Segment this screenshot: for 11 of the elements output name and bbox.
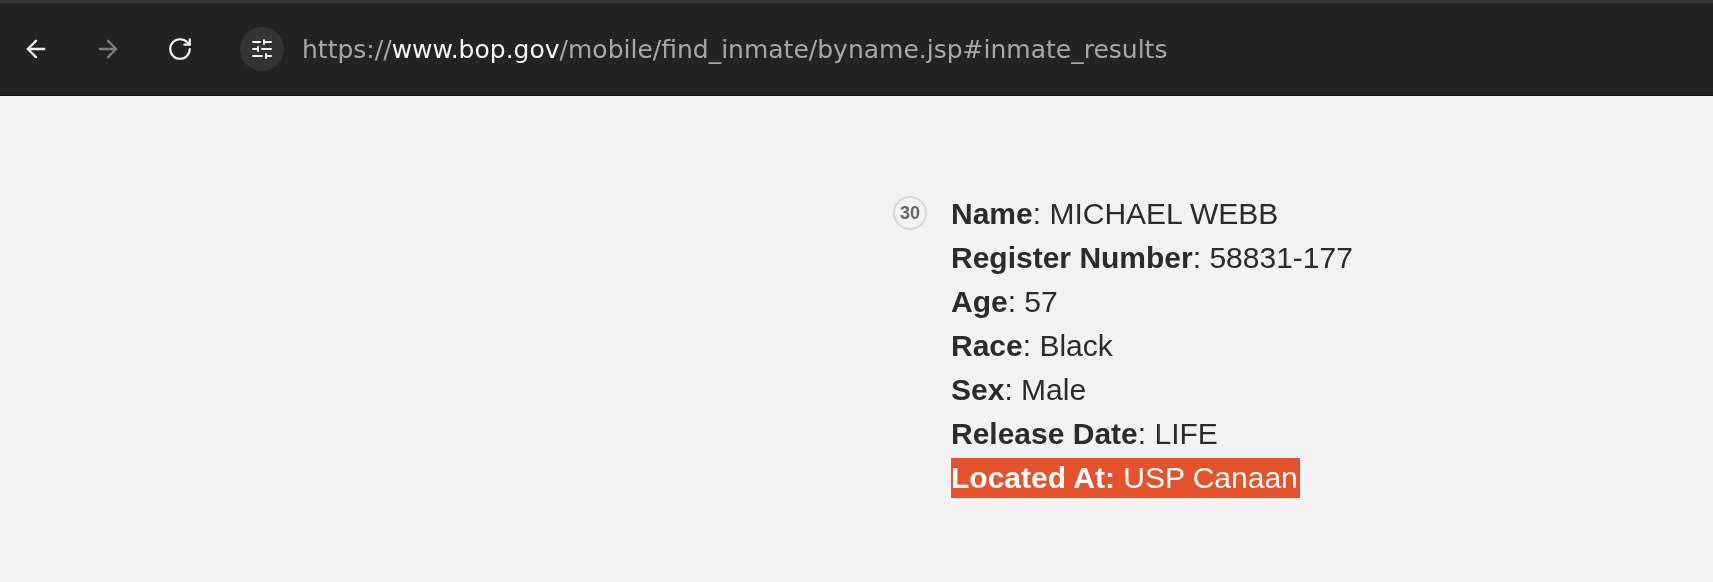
result-number: 30 [893,196,927,230]
sliders-icon [250,37,274,61]
site-settings-button[interactable] [240,27,284,71]
detail-line: Age: 57 [951,284,1058,320]
detail-line: Release Date: LIFE [951,416,1218,452]
detail-line: Sex: Male [951,372,1087,408]
detail-line: Race: Black [951,328,1113,364]
reload-icon [167,36,193,62]
address-field[interactable]: https://www.bop.gov/mobile/find_inmate/byname.jsp#inmate_results [302,34,1168,64]
detail-line: Name: MICHAEL WEBB [951,196,1279,232]
detail-line: Register Number: 58831-177 [951,240,1353,276]
